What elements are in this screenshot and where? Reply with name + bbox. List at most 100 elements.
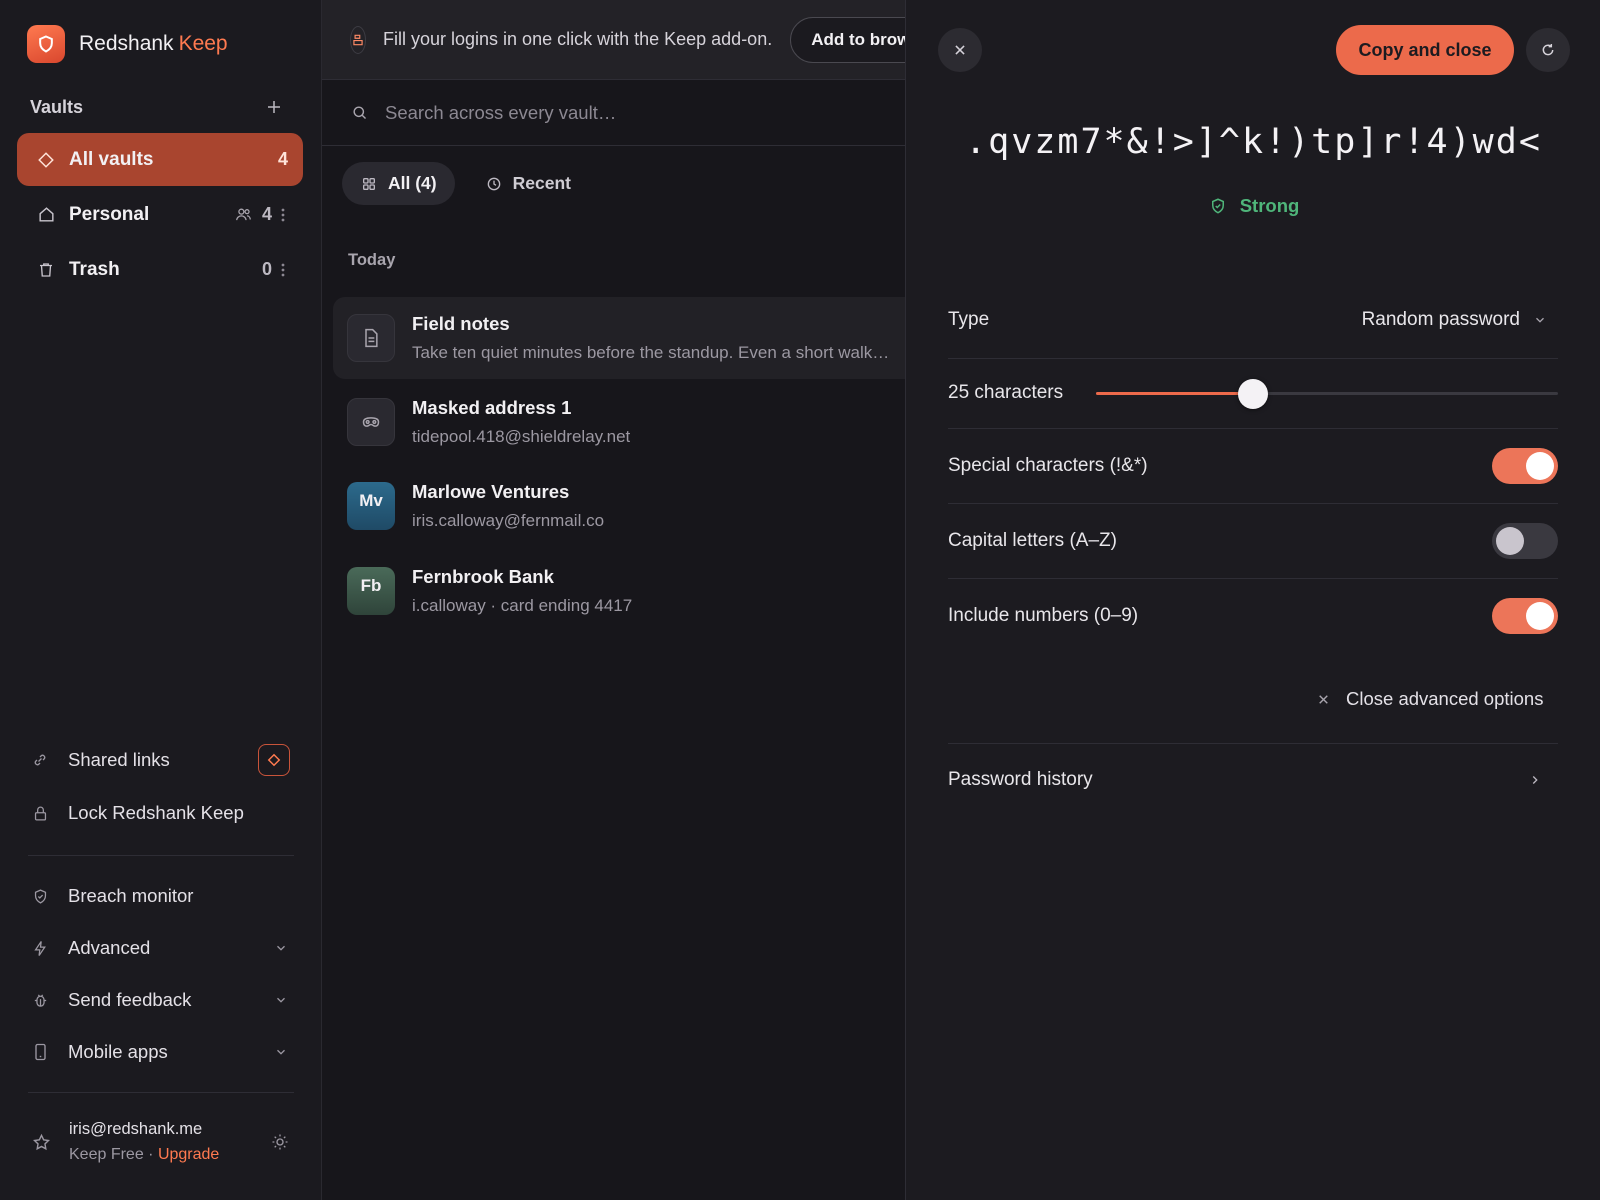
generated-password[interactable]: .qvzm7*&!>]^k!)tp]r!4)wd< [906, 122, 1600, 162]
grid-icon [360, 175, 378, 193]
password-history-label: Password history [948, 769, 1093, 790]
toggle-knob [1526, 452, 1554, 480]
item-avatar: Mv [347, 482, 395, 530]
shared-links-label: Shared links [68, 749, 170, 770]
row-divider [948, 428, 1558, 429]
breach-monitor-link[interactable]: Breach monitor [30, 876, 290, 916]
advanced-menu[interactable]: Advanced [30, 928, 290, 968]
chevron-down-icon [272, 1043, 290, 1061]
lock-icon [30, 803, 50, 823]
regenerate-icon[interactable] [1526, 28, 1570, 72]
filter-tabs: All (4) Recent [342, 162, 589, 205]
search-input[interactable] [385, 101, 865, 124]
chevron-right-icon [1526, 771, 1544, 789]
more-options-icon[interactable] [278, 206, 288, 224]
vault-count: 4 [277, 149, 288, 169]
close-advanced-options-button[interactable]: Close advanced options [1314, 688, 1543, 710]
filter-recent-label: Recent [512, 173, 571, 193]
sidebar-divider [28, 1092, 294, 1093]
option-special-row: Special characters (!&*) [948, 448, 1558, 484]
item-title: Field notes [412, 313, 510, 334]
slider-thumb[interactable] [1238, 379, 1269, 409]
extension-icon [350, 25, 366, 54]
item-title: Marlowe Ventures [412, 481, 570, 502]
filter-all[interactable]: All (4) [342, 162, 455, 205]
search-icon [350, 104, 368, 122]
add-vault-icon[interactable] [262, 95, 286, 119]
upgrade-link[interactable]: Upgrade [158, 1146, 219, 1163]
trash-icon [35, 259, 57, 281]
row-divider [948, 503, 1558, 504]
chevron-down-icon [272, 991, 290, 1009]
bug-icon [30, 990, 50, 1010]
capital-letters-toggle[interactable] [1492, 523, 1558, 559]
row-divider [948, 358, 1558, 359]
phone-icon [30, 1042, 50, 1062]
item-title: Fernbrook Bank [412, 566, 554, 587]
home-icon [35, 204, 57, 226]
list-item[interactable]: Masked address 1 tidepool.418@shieldrela… [333, 381, 905, 463]
more-options-icon[interactable] [278, 261, 288, 279]
special-characters-toggle[interactable] [1492, 448, 1558, 484]
vault-label: Personal [69, 203, 150, 225]
lock-app-label: Lock Redshank Keep [68, 802, 244, 823]
shared-links-link[interactable]: Shared links [30, 740, 290, 780]
shield-icon [27, 25, 65, 63]
slider-fill [1096, 392, 1254, 395]
extension-banner: Fill your logins in one click with the K… [322, 0, 905, 80]
vault-count: 0 [261, 259, 272, 279]
note-icon [347, 314, 395, 362]
copy-and-close-button[interactable]: Copy and close [1336, 25, 1514, 75]
vaults-header: Vaults [30, 95, 286, 119]
shield-check-icon [1208, 196, 1228, 216]
shared-people-icon [234, 205, 254, 225]
option-capitals-row: Capital letters (A–Z) [948, 523, 1558, 559]
row-divider [948, 743, 1558, 744]
lock-app-link[interactable]: Lock Redshank Keep [30, 793, 290, 833]
item-avatar: Fb [347, 567, 395, 615]
theme-toggle-icon[interactable] [270, 1132, 290, 1152]
sidebar: Redshank Keep Vaults All vaults 4 Persona… [0, 0, 322, 1200]
account-email: iris@redshank.me [69, 1120, 203, 1138]
password-history-row[interactable]: Password history [948, 760, 1558, 800]
clock-icon [485, 175, 503, 193]
brand[interactable]: Redshank Keep [27, 25, 228, 63]
password-generator-panel: Copy and close .qvzm7*&!>]^k!)tp]r!4)wd<… [905, 0, 1600, 1200]
mask-icon [347, 398, 395, 446]
group-heading: Today [348, 251, 396, 269]
item-subtitle: Take ten quiet minutes before the standu… [412, 343, 890, 362]
chevron-down-icon [1532, 312, 1548, 328]
toggle-knob [1526, 602, 1554, 630]
chevron-down-icon [272, 939, 290, 957]
diamond-icon[interactable] [258, 744, 290, 776]
vault-personal[interactable]: Personal 4 [17, 188, 303, 241]
mobile-apps-menu[interactable]: Mobile apps [30, 1032, 290, 1072]
send-feedback-menu[interactable]: Send feedback [30, 980, 290, 1020]
vault-count: 4 [261, 204, 272, 224]
list-item[interactable]: Field notes Take ten quiet minutes befor… [333, 297, 905, 379]
list-item[interactable]: Mv Marlowe Ventures iris.calloway@fernma… [333, 465, 905, 547]
vault-trash[interactable]: Trash 0 [17, 243, 303, 296]
bolt-icon [30, 938, 50, 958]
item-subtitle: iris.calloway@fernmail.co [412, 511, 605, 530]
filter-recent[interactable]: Recent [467, 162, 589, 205]
include-numbers-toggle[interactable] [1492, 598, 1558, 634]
brand-name: Redshank [79, 32, 174, 55]
sidebar-divider [28, 855, 294, 856]
account-info: iris@redshank.me Keep Free · Upgrade [69, 1120, 270, 1164]
toggle-knob [1496, 527, 1524, 555]
length-slider[interactable] [1096, 379, 1558, 409]
add-to-browser-button[interactable]: Add to browser [790, 16, 905, 63]
list-item[interactable]: Fb Fernbrook Bank i.calloway · card endi… [333, 550, 905, 632]
account-block[interactable]: iris@redshank.me Keep Free · Upgrade [30, 1120, 290, 1164]
vault-all[interactable]: All vaults 4 [17, 133, 303, 186]
item-title: Masked address 1 [412, 397, 572, 418]
banner-text: Fill your logins in one click with the K… [383, 29, 773, 49]
mobile-apps-label: Mobile apps [68, 1041, 168, 1062]
strength-indicator: Strong [906, 195, 1600, 217]
link-icon [30, 750, 50, 770]
type-select[interactable]: Random password [1362, 309, 1548, 331]
plan-name: Keep Free [69, 1146, 144, 1163]
close-icon[interactable] [938, 28, 982, 72]
breach-monitor-label: Breach monitor [68, 885, 194, 906]
